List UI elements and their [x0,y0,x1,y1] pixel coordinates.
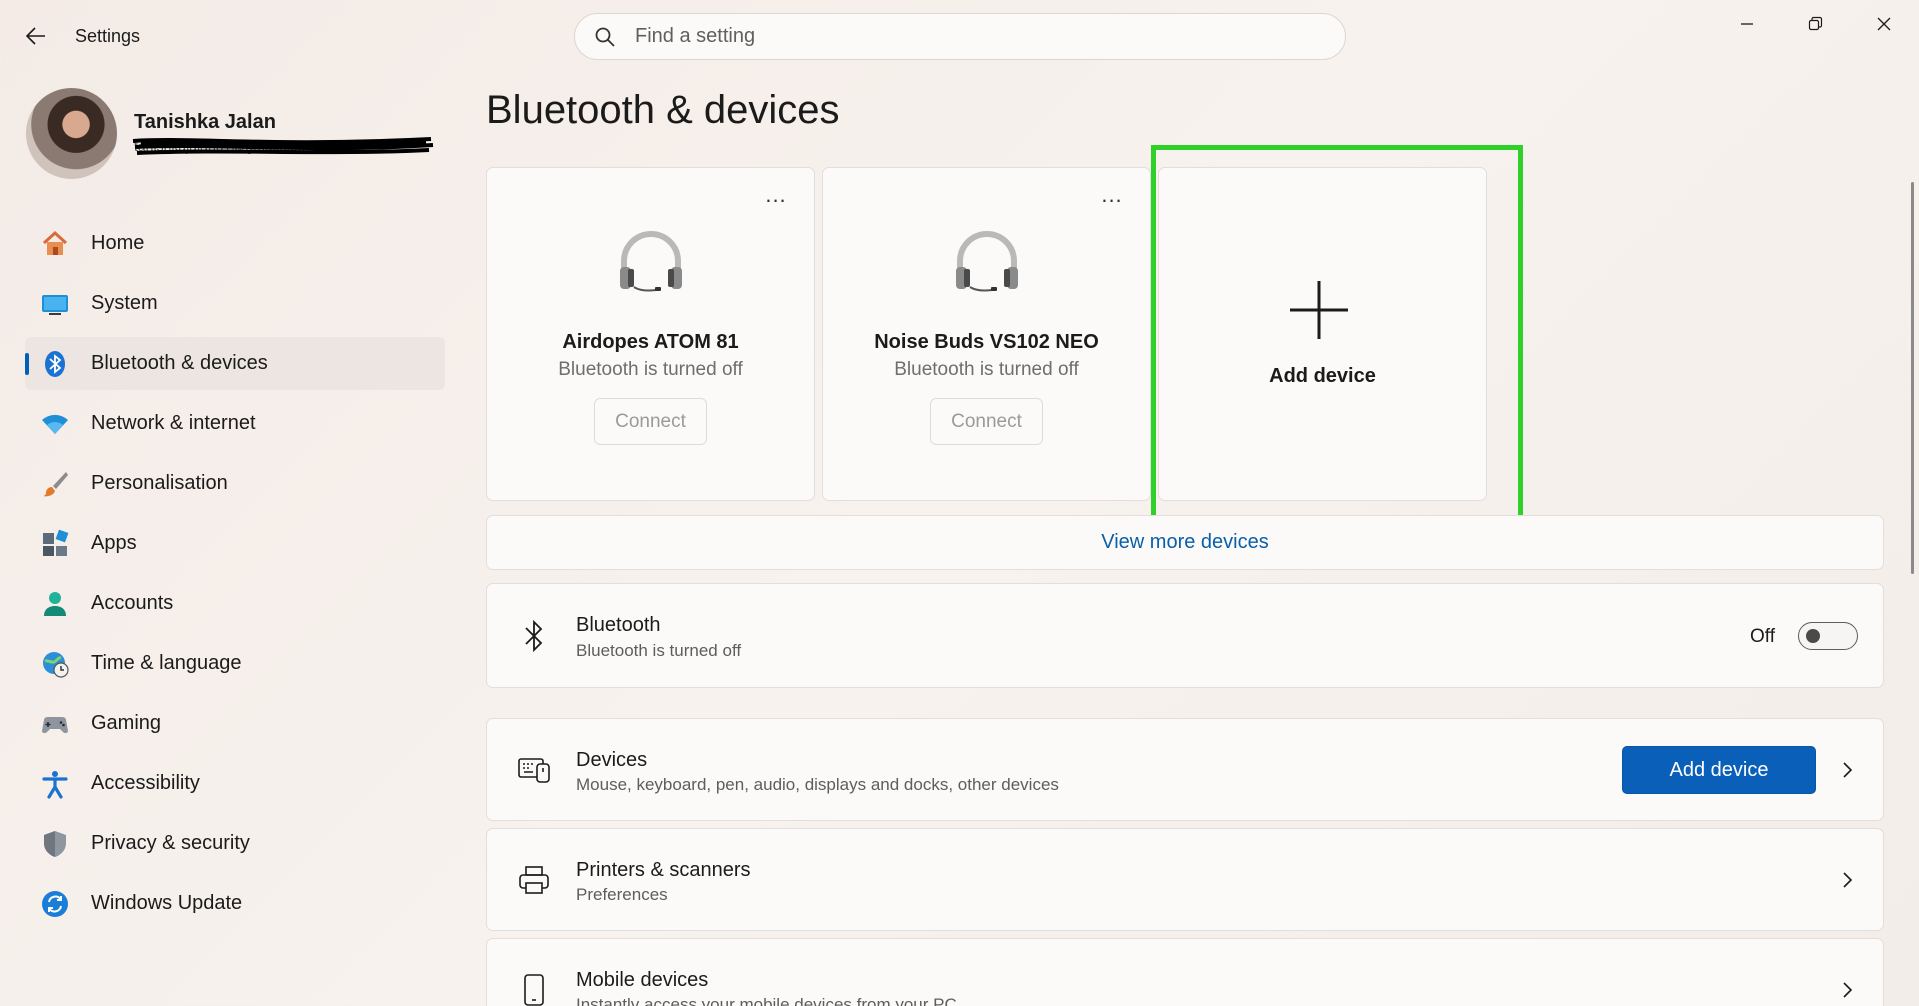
view-more-label: View more devices [1101,531,1269,553]
active-indicator [25,353,29,375]
gamepad-icon [39,708,71,740]
restore-icon [1808,16,1823,31]
bluetooth-toggle[interactable] [1798,622,1858,650]
phone-icon [517,973,551,1006]
sidebar-item-network[interactable]: Network & internet [25,397,445,450]
device-status: Bluetooth is turned off [894,359,1079,380]
plus-icon [1290,281,1348,339]
device-name: Airdopes ATOM 81 [562,331,739,353]
device-name: Noise Buds VS102 NEO [874,331,1099,353]
wifi-icon [39,408,71,440]
back-button[interactable] [22,24,50,48]
redaction-scribble [132,137,434,155]
scrollbar[interactable] [1911,182,1914,574]
app-title: Settings [75,26,141,46]
account-icon [39,588,71,620]
chevron-right-icon [1843,762,1853,778]
row-title: Devices [576,749,648,771]
sidebar-item-label: System [91,292,158,314]
keyboard-devices-icon [517,753,551,787]
sidebar-item-label: Personalisation [91,472,228,494]
apps-icon [39,528,71,560]
sidebar-item-accounts[interactable]: Accounts [25,577,445,630]
row-title: Bluetooth [576,614,661,636]
search-box[interactable] [574,13,1346,60]
sidebar-item-personalisation[interactable]: Personalisation [25,457,445,510]
add-device-label: Add device [1269,365,1376,387]
headphones-icon [956,231,1018,292]
sidebar-item-accessibility[interactable]: Accessibility [25,757,445,810]
minimize-button[interactable] [1724,10,1770,38]
search-icon [595,27,615,47]
sidebar-item-label: Gaming [91,712,162,734]
sidebar-item-time-language[interactable]: Time & language [25,637,445,690]
chevron-right-icon [1843,982,1853,998]
sidebar-item-label: Bluetooth & devices [91,352,268,374]
toggle-knob [1806,629,1820,643]
bluetooth-icon [39,348,71,380]
sidebar-item-label: Home [91,232,145,254]
brush-icon [39,468,71,500]
row-title: Mobile devices [576,969,709,991]
sidebar-item-label: Network & internet [91,412,256,434]
connect-button[interactable]: Connect [594,398,707,445]
update-icon [39,888,71,920]
accessibility-icon [39,768,71,800]
sidebar-item-label: Time & language [91,652,242,674]
user-profile[interactable]: Tanishka Jalan tanishkajalan01@gmail.com [26,88,446,180]
bluetooth-row: Bluetooth Bluetooth is turned off [486,583,1884,688]
row-subtitle: Bluetooth is turned off [576,641,742,660]
bluetooth-symbol-icon [517,619,551,653]
system-icon [39,288,71,320]
row-title: Printers & scanners [576,859,751,881]
avatar [26,88,117,179]
globe-clock-icon [39,648,71,680]
device-status: Bluetooth is turned off [558,359,743,380]
printer-icon [517,863,551,897]
sidebar-item-home[interactable]: Home [25,217,445,270]
printers-row[interactable]: Printers & scanners Preferences [486,828,1884,931]
profile-name: Tanishka Jalan [134,111,276,133]
view-more-devices-button[interactable]: View more devices [486,515,1884,570]
search-input[interactable] [635,25,1235,48]
row-subtitle: Mouse, keyboard, pen, audio, displays an… [576,775,1059,794]
more-options-button[interactable]: ... [761,184,791,210]
sidebar-item-windows-update[interactable]: Windows Update [25,877,445,930]
headphones-icon [620,231,682,292]
close-button[interactable] [1861,10,1907,38]
sidebar-nav: Home System Bluetooth & devices Network … [25,217,445,937]
sidebar-item-label: Accounts [91,592,174,614]
sidebar-item-bluetooth[interactable]: Bluetooth & devices [25,337,445,390]
title-bar: Settings [0,0,1919,72]
sidebar-item-privacy[interactable]: Privacy & security [25,817,445,870]
add-device-button[interactable]: Add device [1622,746,1816,794]
restore-button[interactable] [1792,10,1838,38]
sidebar-item-label: Privacy & security [91,832,250,854]
mobile-devices-row[interactable]: Mobile devices Instantly access your mob… [486,938,1884,1006]
connect-button[interactable]: Connect [930,398,1043,445]
chevron-right-icon [1843,872,1853,888]
sidebar-item-label: Windows Update [91,892,243,914]
sidebar-item-apps[interactable]: Apps [25,517,445,570]
sidebar-item-system[interactable]: System [25,277,445,330]
back-arrow-icon [26,27,45,45]
home-icon [39,228,71,260]
minimize-icon [1741,23,1753,25]
shield-icon [39,828,71,860]
page-title: Bluetooth & devices [486,88,840,132]
row-subtitle: Preferences [576,885,668,904]
sidebar-item-gaming[interactable]: Gaming [25,697,445,750]
sidebar-item-label: Apps [91,532,137,554]
more-options-button[interactable]: ... [1097,184,1127,210]
close-icon [1877,17,1891,31]
row-subtitle: Instantly access your mobile devices fro… [576,995,957,1006]
sidebar-item-label: Accessibility [91,772,200,794]
toggle-state-label: Off [1750,626,1775,647]
